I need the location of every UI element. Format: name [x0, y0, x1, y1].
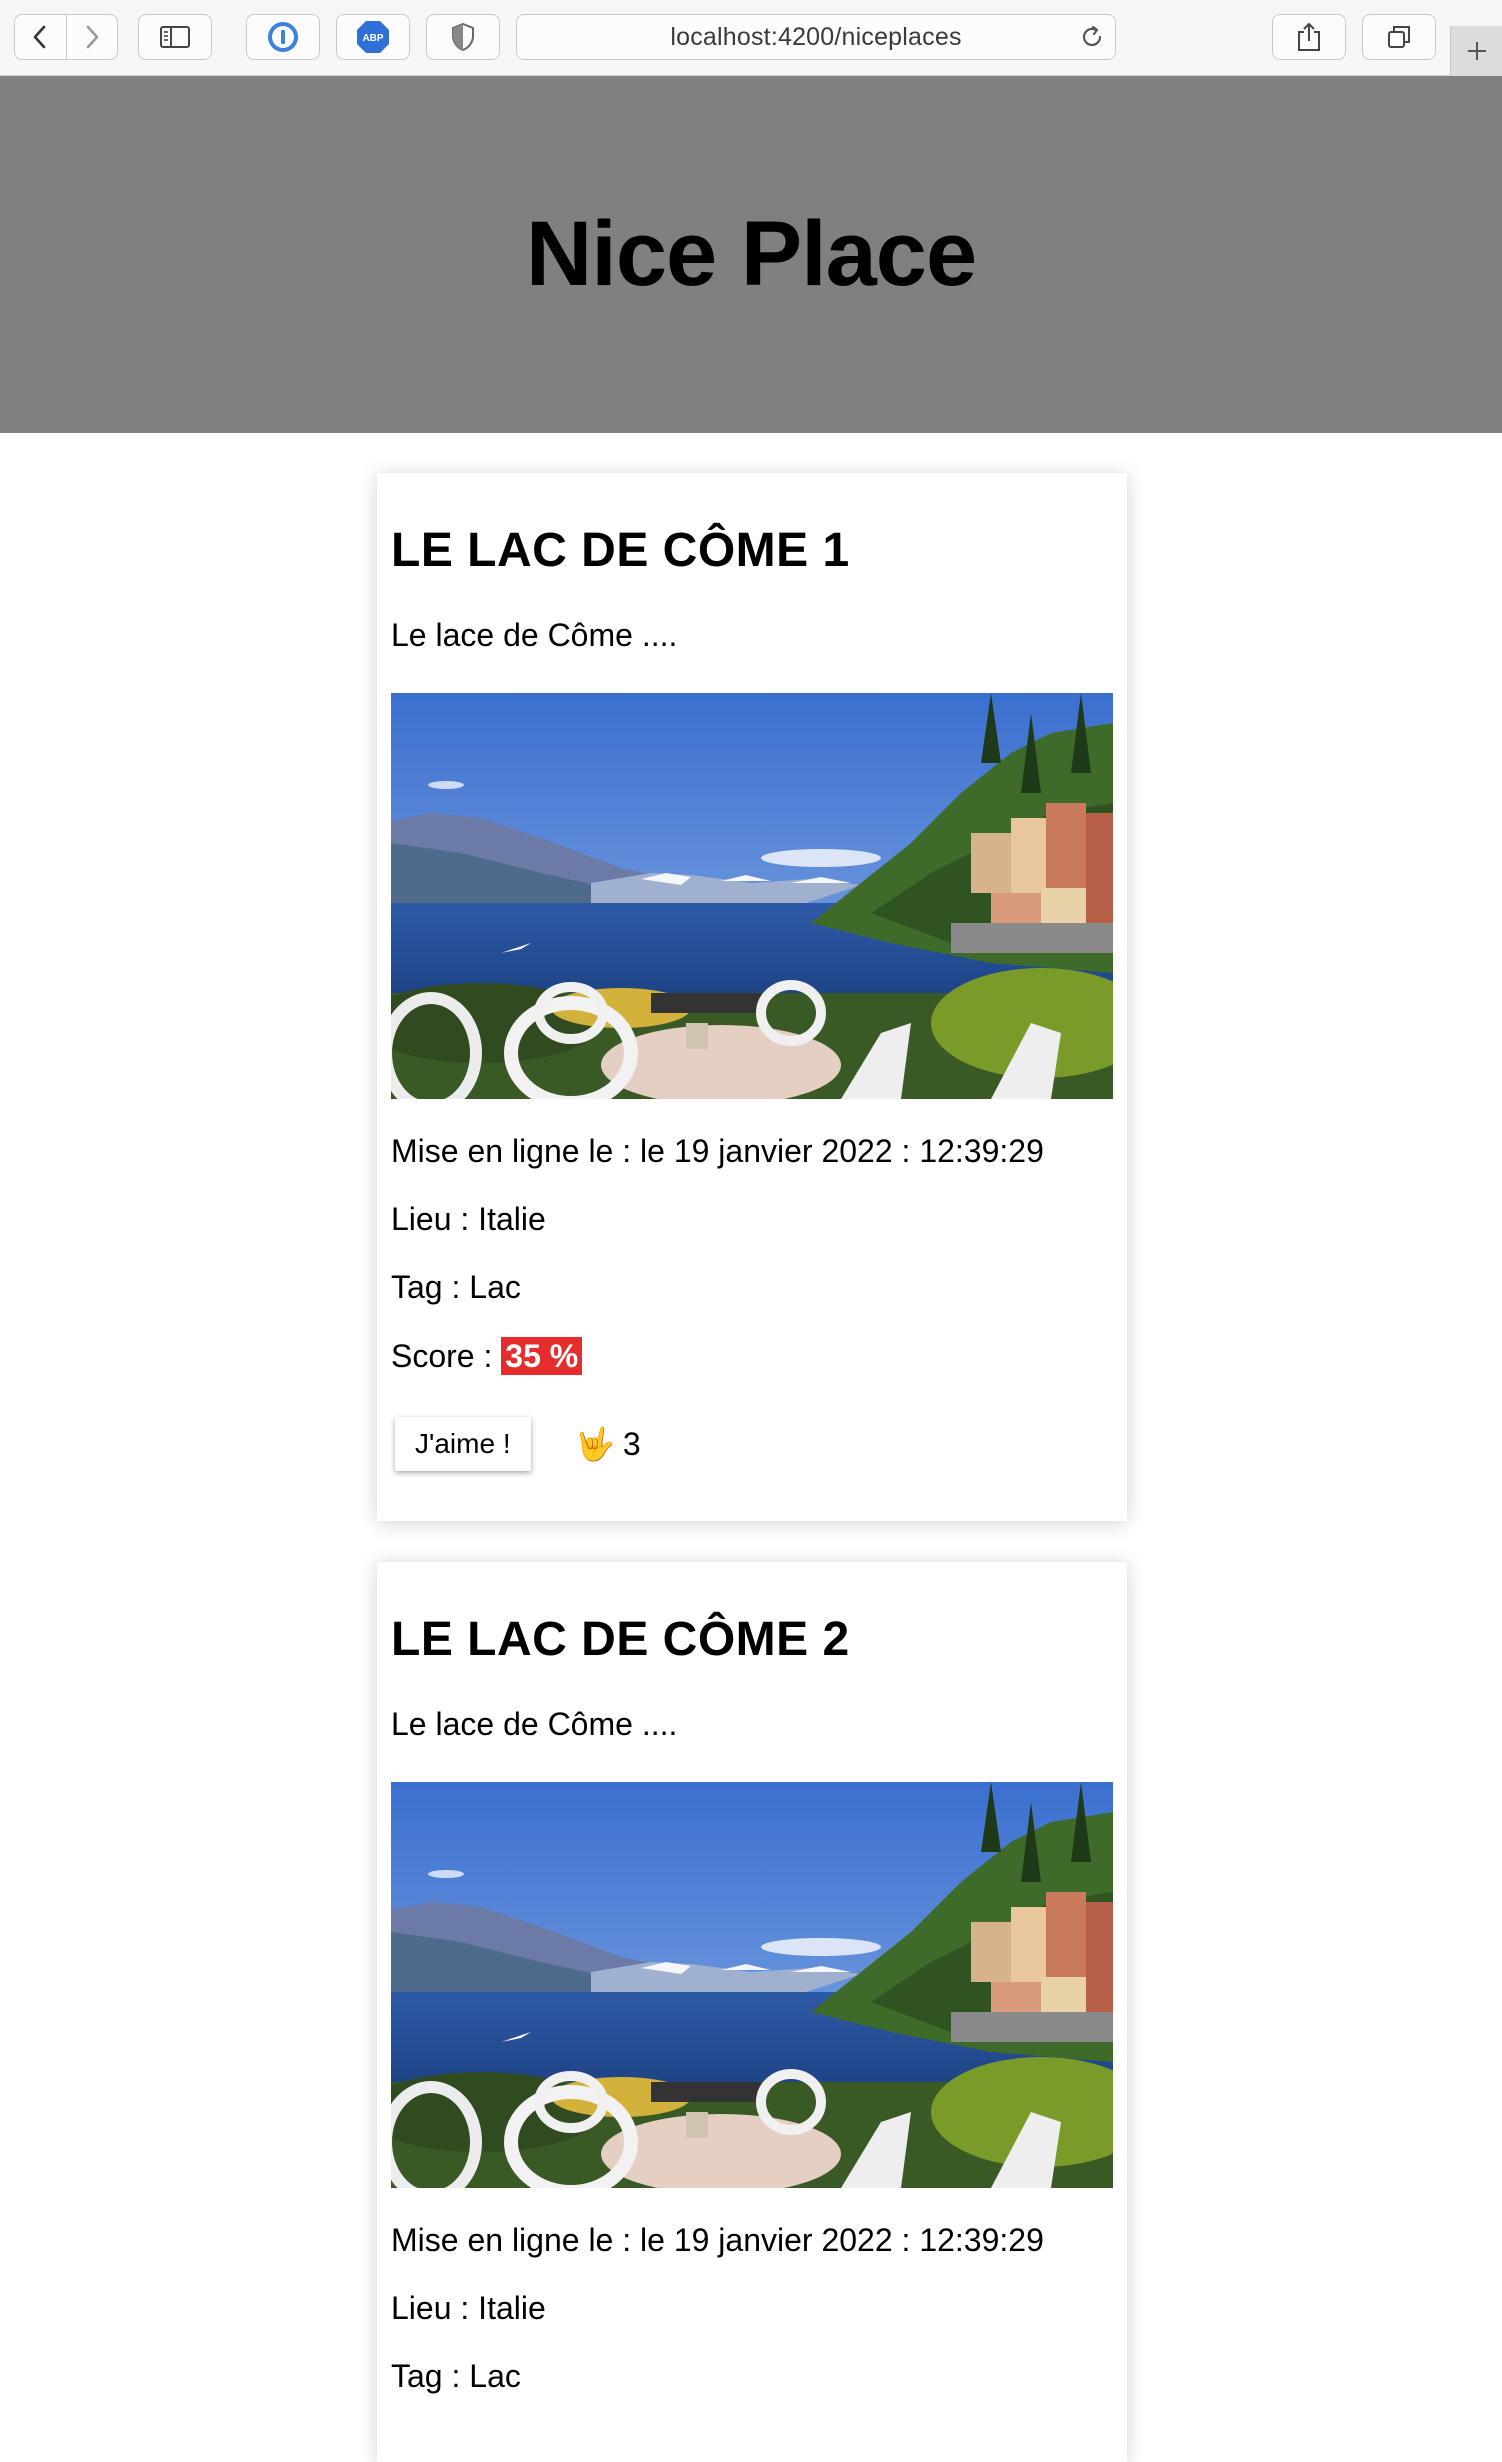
tag-line: Tag : Lac	[391, 2358, 521, 2395]
location-value: Italie	[478, 1201, 546, 1237]
tag-label: Tag :	[391, 1269, 461, 1305]
adblock-icon[interactable]: ABP	[336, 14, 410, 60]
publish-date-value: le 19 janvier 2022 : 12:39:29	[640, 2222, 1044, 2258]
like-button[interactable]: J'aime !	[395, 1417, 531, 1471]
card-description: Le lace de Côme ....	[391, 1706, 678, 1742]
card-title: LE LAC DE CÔME 2	[391, 1613, 850, 1666]
rock-hand-icon: 🤟	[575, 1426, 615, 1462]
card-description: Le lace de Côme ....	[391, 617, 678, 653]
place-card-2: LE LAC DE CÔME 2 Le lace de Côme .... Mi…	[377, 1562, 1127, 2462]
publish-date-line: Mise en ligne le : le 19 janvier 2022 : …	[391, 1133, 1044, 1170]
share-icon[interactable]	[1272, 14, 1346, 60]
nav-buttons	[14, 14, 118, 60]
privacy-shield-icon[interactable]	[426, 14, 500, 60]
like-counter: 🤟 3	[575, 1421, 641, 1467]
tag-line: Tag : Lac	[391, 1269, 521, 1306]
tag-value: Lac	[469, 1269, 521, 1305]
page-title: Nice Place	[525, 203, 977, 305]
publish-date-label: Mise en ligne le :	[391, 2222, 632, 2258]
location-label: Lieu :	[391, 2290, 470, 2326]
publish-date-value: le 19 janvier 2022 : 12:39:29	[640, 1133, 1044, 1169]
location-label: Lieu :	[391, 1201, 470, 1237]
browser-toolbar: ABP localhost:4200/niceplaces	[0, 0, 1502, 76]
location-line: Lieu : Italie	[391, 1201, 546, 1238]
location-value: Italie	[478, 2290, 546, 2326]
password-manager-icon[interactable]	[246, 14, 320, 60]
card-title: LE LAC DE CÔME 1	[391, 524, 850, 577]
forward-icon[interactable]	[65, 15, 117, 59]
place-photo	[391, 693, 1113, 1099]
adblock-label: ABP	[362, 33, 383, 44]
new-tab-icon[interactable]	[1450, 26, 1502, 76]
score-label: Score :	[391, 1338, 493, 1374]
url-text[interactable]: localhost:4200/niceplaces	[517, 15, 1115, 59]
location-line: Lieu : Italie	[391, 2290, 546, 2327]
back-icon[interactable]	[15, 15, 66, 59]
score-badge: 35 %	[501, 1337, 583, 1375]
publish-date-label: Mise en ligne le :	[391, 1133, 632, 1169]
place-card-1: LE LAC DE CÔME 1 Le lace de Côme .... Mi…	[377, 473, 1127, 1521]
tag-label: Tag :	[391, 2358, 461, 2394]
publish-date-line: Mise en ligne le : le 19 janvier 2022 : …	[391, 2222, 1044, 2259]
place-photo	[391, 1782, 1113, 2188]
site-header: Nice Place	[0, 76, 1502, 433]
sidebar-icon[interactable]	[138, 14, 212, 60]
tabs-icon[interactable]	[1362, 14, 1436, 60]
reload-icon[interactable]	[1079, 24, 1105, 55]
like-count-value: 3	[622, 1425, 641, 1462]
tag-value: Lac	[469, 2358, 521, 2394]
address-bar[interactable]: localhost:4200/niceplaces	[516, 14, 1116, 60]
score-line: Score : 35 %	[391, 1337, 583, 1375]
